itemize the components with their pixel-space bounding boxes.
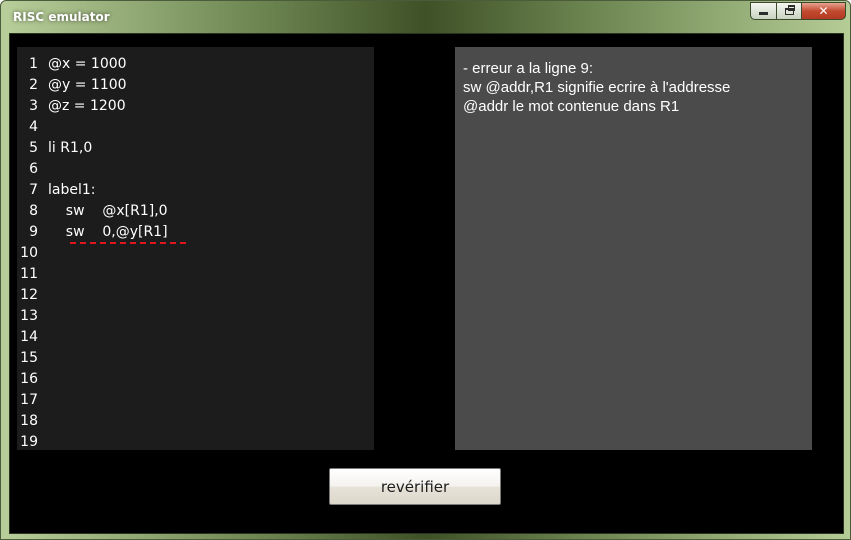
code-text: li R1,0 <box>48 140 93 156</box>
line-number: 7 <box>29 182 38 198</box>
message-line: @addr le mot contenue dans R1 <box>463 98 680 115</box>
app-window: RISC emulator ✕ 1 @x = 1000 2 @y = 1100 3 @z … <box>0 0 851 540</box>
code-text: @y = 1100 <box>48 77 127 93</box>
line-number: 17 <box>20 392 38 408</box>
close-icon: ✕ <box>818 4 829 18</box>
minimize-icon <box>759 12 768 15</box>
line-number: 12 <box>20 287 38 303</box>
close-button[interactable]: ✕ <box>802 2 846 20</box>
line-number: 1 <box>29 56 38 72</box>
line-number: 14 <box>20 329 38 345</box>
message-line: sw @addr,R1 signifie ecrire à l'addresse <box>463 79 731 96</box>
error-message-panel: - erreur a la ligne 9: sw @addr,R1 signi… <box>455 47 812 450</box>
line-number: 10 <box>20 245 38 261</box>
line-number: 8 <box>29 203 38 219</box>
title-bar[interactable]: RISC emulator ✕ <box>1 1 850 33</box>
client-area: 1 @x = 1000 2 @y = 1100 3 @z = 1200 4 5 li R1,0 6… <box>9 33 844 534</box>
code-text: @x = 1000 <box>48 56 127 72</box>
line-number: 18 <box>20 413 38 429</box>
line-number: 19 <box>20 434 38 450</box>
code-editor[interactable]: 1 @x = 1000 2 @y = 1100 3 @z = 1200 4 5 li R1,0 6… <box>17 47 374 450</box>
code-text: @z = 1200 <box>48 98 126 114</box>
line-number: 2 <box>29 77 38 93</box>
line-number: 11 <box>20 266 38 282</box>
code-text: sw 0,@y[R1] <box>48 224 168 240</box>
message-line: - erreur a la ligne 9: <box>463 60 594 77</box>
line-number: 16 <box>20 371 38 387</box>
caption-buttons: ✕ <box>750 2 846 20</box>
error-underline <box>70 242 186 244</box>
restore-icon <box>784 4 795 15</box>
line-number: 3 <box>29 98 38 114</box>
code-text: label1: <box>48 182 96 198</box>
line-number: 9 <box>29 224 38 240</box>
restore-button[interactable] <box>777 2 802 20</box>
code-text: sw @x[R1],0 <box>48 203 168 219</box>
line-number: 4 <box>29 119 38 135</box>
line-number: 6 <box>29 161 38 177</box>
minimize-button[interactable] <box>750 2 777 20</box>
line-number: 15 <box>20 350 38 366</box>
window-title: RISC emulator <box>13 10 110 24</box>
reverify-button[interactable]: revérifier <box>329 468 501 505</box>
line-number: 5 <box>29 140 38 156</box>
line-number: 13 <box>20 308 38 324</box>
